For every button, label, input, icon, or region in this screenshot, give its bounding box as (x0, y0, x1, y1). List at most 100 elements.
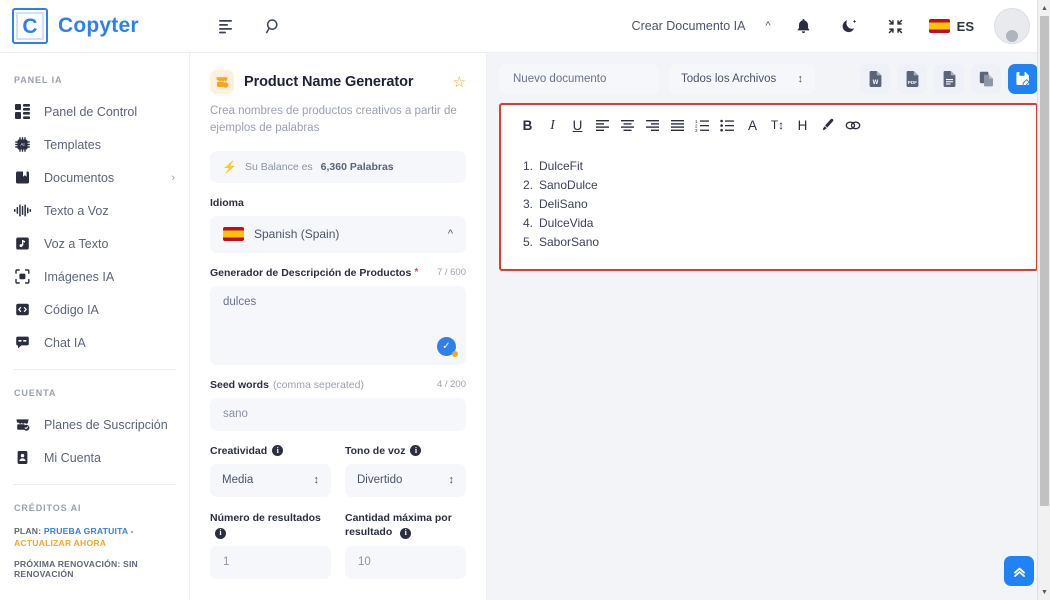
document-name-input[interactable]: Nuevo documento (499, 64, 659, 94)
compress-icon[interactable] (883, 13, 909, 39)
info-icon[interactable]: i (410, 445, 422, 456)
underline-icon[interactable]: U (565, 114, 590, 136)
document-content-body[interactable]: 1. DulceFit 2. SanoDulce 3. DeliSano 4. Dulc… (501, 143, 1036, 252)
plan-dash: - (130, 526, 134, 536)
plan-status-line: PLAN: PRUEBA GRATUITA - ACTUALIZAR AHORA (14, 525, 175, 550)
list-item-text: SanoDulce (539, 178, 598, 193)
highlight-icon[interactable] (815, 114, 840, 136)
shop-icon (14, 416, 31, 433)
menu-icon[interactable] (212, 13, 238, 39)
info-icon[interactable]: i (215, 527, 226, 539)
save-document-icon[interactable] (1008, 64, 1038, 94)
seed-words-input[interactable]: sano (210, 397, 466, 431)
sidebar-item-chat-ia[interactable]: Chat IA (0, 326, 189, 359)
sidebar-item-voz-a-texto[interactable]: Voz a Texto (0, 227, 189, 260)
sidebar-divider-1 (13, 369, 176, 370)
max-quantity-field: Cantidad máxima por resultado i 10 (345, 497, 466, 579)
ordered-list-icon[interactable]: 1 2 3 (690, 114, 715, 136)
generator-subtitle: Crea nombres de productos creativos a pa… (210, 105, 457, 135)
seed-words-field-label: Seed words (comma seperated) 4 / 200 (210, 379, 466, 391)
language-select[interactable]: Spanish (Spain) ^ (210, 215, 466, 253)
sidebar-item-label: Texto a Voz (44, 203, 109, 218)
unordered-list-icon[interactable] (715, 114, 740, 136)
font-size-icon[interactable]: T↕ (765, 114, 790, 136)
font-color-icon[interactable]: A (740, 114, 765, 136)
align-right-icon[interactable] (640, 114, 665, 136)
sidebar-item-label: Imágenes IA (44, 269, 115, 284)
create-document-button[interactable]: Crear Documento IA (632, 19, 746, 33)
sidebar-item-label: Planes de Suscripción (44, 417, 168, 432)
page-scrollbar[interactable]: ▲ ▼ (1037, 0, 1050, 600)
updown-caret-icon: ↕ (313, 474, 320, 486)
underline-glyph: U (572, 117, 583, 133)
sidebar-item-documentos[interactable]: Documentos › (0, 161, 189, 194)
info-icon[interactable]: i (272, 445, 284, 456)
list-item-text: DulceVida (539, 216, 594, 231)
chevron-double-up-icon[interactable] (1004, 556, 1034, 586)
plan-upgrade-link[interactable]: ACTUALIZAR AHORA (14, 538, 106, 548)
text-file-icon[interactable] (934, 64, 964, 94)
align-left-icon[interactable] (590, 114, 615, 136)
list-item-number: 4. (523, 216, 534, 231)
heading-icon[interactable]: H (790, 114, 815, 136)
avatar-silhouette (1001, 30, 1023, 43)
chevron-right-icon[interactable]: › (171, 172, 175, 184)
scrollbar-up-arrow[interactable]: ▲ (1038, 0, 1050, 16)
svg-text:AI: AI (20, 142, 24, 147)
list-item: 4. DulceVida (523, 214, 1036, 233)
sidebar-item-label: Código IA (44, 302, 99, 317)
list-item-number: 1. (523, 159, 534, 173)
star-outline-icon[interactable]: ☆ (453, 73, 466, 91)
bold-icon[interactable]: B (515, 114, 540, 136)
sidebar-item-planes-de-suscripcion[interactable]: Planes de Suscripción (0, 408, 189, 441)
pdf-file-icon[interactable]: PDF (897, 64, 927, 94)
sidebar-item-templates[interactable]: AI Templates (0, 128, 189, 161)
balance-prefix: Su Balance es (244, 160, 313, 173)
max-quantity-label-text: Cantidad máxima por resultado (345, 511, 452, 538)
results-number-input[interactable]: 1 (210, 545, 331, 579)
sidebar-item-texto-a-voz[interactable]: Texto a Voz (0, 194, 189, 227)
list-item-number: 3. (523, 197, 534, 212)
max-quantity-label: Cantidad máxima por resultado i (345, 511, 466, 539)
updown-caret-icon: ↕ (797, 73, 804, 85)
word-file-icon[interactable]: W (860, 64, 890, 94)
scrollbar-down-arrow[interactable]: ▼ (1038, 584, 1050, 600)
chat-icon (14, 334, 31, 351)
max-quantity-input[interactable]: 10 (345, 545, 466, 579)
info-icon[interactable]: i (400, 527, 412, 539)
chevron-up-icon[interactable]: ^ (765, 20, 770, 32)
avatar[interactable] (994, 8, 1030, 44)
description-textarea[interactable]: dulces ✓ (210, 285, 466, 365)
sidebar-item-codigo-ia[interactable]: Código IA (0, 293, 189, 326)
copy-icon[interactable] (971, 64, 1001, 94)
creativity-label: Creatividad i (210, 445, 331, 457)
files-filter-select[interactable]: Todos los Archivos ↕ (669, 64, 815, 94)
balance-value: 6,360 Palabras (320, 160, 394, 173)
check-circle-icon[interactable]: ✓ (437, 336, 458, 357)
moon-icon[interactable] (837, 13, 863, 39)
balance-badge: ⚡ Su Balance es 6,360 Palabras (210, 150, 466, 183)
italic-icon[interactable]: I (540, 114, 565, 136)
sidebar-item-panel-de-control[interactable]: Panel de Control (0, 95, 189, 128)
brand-logo-area[interactable]: C Copyter (0, 8, 190, 44)
sidebar-item-mi-cuenta[interactable]: Mi Cuenta (0, 441, 189, 474)
tone-select[interactable]: Divertido ↕ (345, 463, 466, 497)
search-icon[interactable] (260, 13, 286, 39)
svg-text:W: W (872, 80, 878, 86)
list-item: 3. DeliSano (523, 195, 1036, 214)
sidebar-item-label: Documentos (44, 170, 115, 185)
sidebar-item-label: Mi Cuenta (44, 450, 101, 465)
align-justify-icon[interactable] (665, 114, 690, 136)
sidebar-item-imagenes-ia[interactable]: Imágenes IA (0, 260, 189, 293)
editor-toolbar-top: Nuevo documento Todos los Archivos ↕ W P… (487, 53, 1050, 103)
language-switcher[interactable]: ES (928, 19, 974, 34)
link-icon[interactable] (840, 114, 865, 136)
spain-flag-icon (928, 19, 950, 33)
align-center-icon[interactable] (615, 114, 640, 136)
scrollbar-thumb[interactable] (1040, 16, 1049, 506)
app-body: PANEL IA Panel de Control AI Templates D… (0, 53, 1050, 600)
creativity-select[interactable]: Media ↕ (210, 463, 331, 497)
bell-icon[interactable] (791, 13, 817, 39)
credits-block: PLAN: PRUEBA GRATUITA - ACTUALIZAR AHORA… (0, 523, 189, 579)
creativity-field: Creatividad i Media ↕ (210, 431, 331, 497)
